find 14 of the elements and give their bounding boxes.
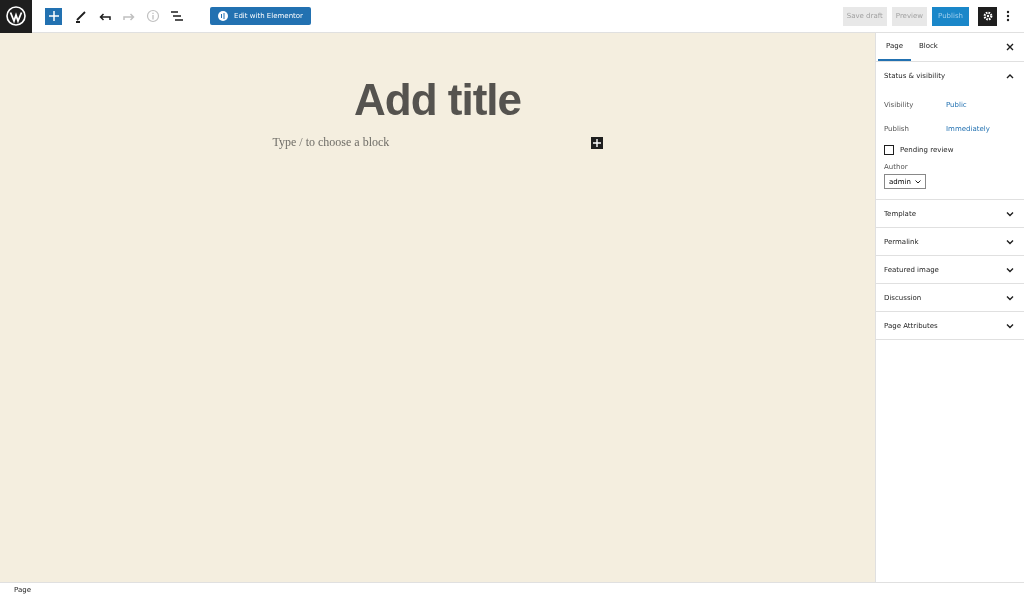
chevron-icon [914,179,921,184]
more-options-icon[interactable] [1006,10,1010,22]
block-placeholder[interactable]: Type / to choose a block [272,135,390,150]
elementor-icon [218,11,228,21]
title-placeholder[interactable]: Add title [354,75,521,125]
list-view-icon[interactable] [170,9,184,23]
wordpress-logo[interactable] [0,0,32,33]
wordpress-icon [6,6,26,26]
settings-button[interactable] [978,6,997,26]
gear-icon [981,10,994,22]
add-block-button[interactable] [590,136,603,149]
pencil-icon[interactable] [74,9,88,23]
close-icon[interactable] [1006,43,1014,51]
checkbox[interactable] [884,145,894,155]
